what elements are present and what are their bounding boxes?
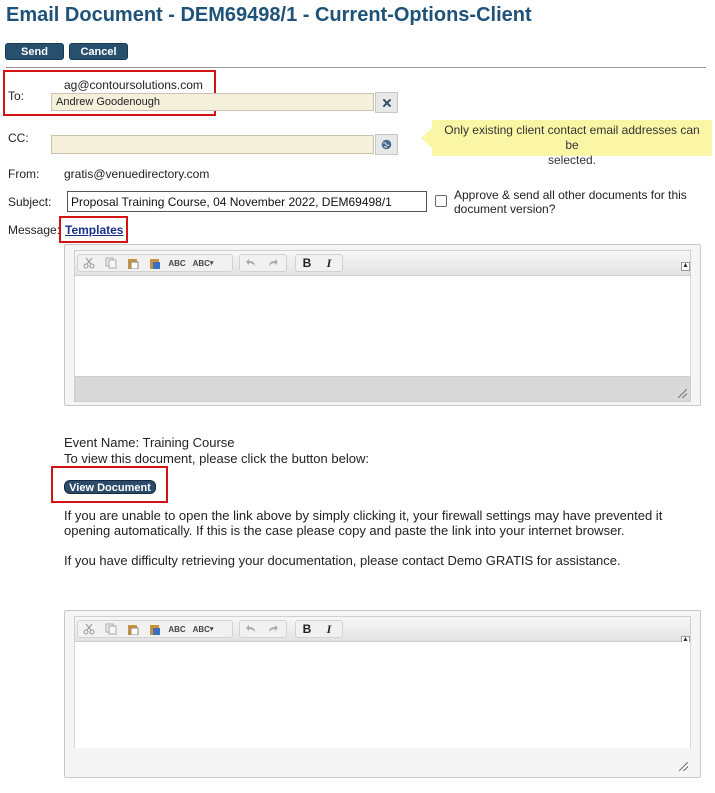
- remove-recipient-button[interactable]: [375, 92, 398, 113]
- redo-icon[interactable]: [262, 621, 284, 637]
- toolbar-clipboard-group-2: ABC ABC ▾: [77, 620, 233, 638]
- subject-label: Subject:: [8, 195, 52, 209]
- view-instruction-text: To view this document, please click the …: [64, 451, 369, 466]
- toolbar-format-group-2: B I: [295, 620, 343, 638]
- editor-toolbar: ABC ABC ▾ B I: [74, 250, 691, 276]
- subject-input[interactable]: [67, 191, 427, 212]
- italic-icon[interactable]: I: [318, 621, 340, 637]
- editor-content-area[interactable]: [74, 276, 691, 376]
- templates-link[interactable]: Templates: [65, 223, 123, 237]
- spellcheck-icon[interactable]: ABC: [166, 255, 188, 271]
- tooltip-arrow: [421, 128, 432, 148]
- spellcheck-dropdown-icon[interactable]: ABC ▾: [188, 255, 218, 271]
- paste-word-icon[interactable]: [144, 255, 166, 271]
- to-email: ag@contoursolutions.com: [64, 78, 203, 92]
- firewall-text-line1: If you are unable to open the link above…: [64, 508, 663, 523]
- chevron-down-icon: ▾: [209, 260, 214, 267]
- copy-icon[interactable]: [100, 621, 122, 637]
- chevron-down-icon: ▾: [209, 626, 214, 633]
- globe-icon: [381, 139, 392, 150]
- cc-tooltip-line1: Only existing client contact email addre…: [444, 123, 700, 152]
- message-label: Message:: [8, 223, 61, 237]
- approve-label: Approve & send all other documents for t…: [454, 188, 687, 216]
- paste-icon[interactable]: [122, 255, 144, 271]
- toolbar-clipboard-group: ABC ABC ▾: [77, 254, 233, 272]
- toolbar-history-group: [239, 254, 287, 272]
- undo-icon[interactable]: [240, 621, 262, 637]
- toolbar-collapse-icon[interactable]: ▲: [681, 262, 690, 271]
- cut-icon[interactable]: [78, 621, 100, 637]
- editor-status-bar: [74, 376, 691, 402]
- firewall-text-line2: opening automatically. If this is the ca…: [64, 523, 625, 538]
- send-button[interactable]: Send: [5, 43, 64, 60]
- bold-icon[interactable]: B: [296, 621, 318, 637]
- difficulty-text: If you have difficulty retrieving your d…: [64, 553, 621, 568]
- to-recipient-name: Andrew Goodenough: [56, 96, 160, 108]
- page-title: Email Document - DEM69498/1 - Current-Op…: [6, 4, 532, 26]
- paste-icon[interactable]: [122, 621, 144, 637]
- cc-lookup-button[interactable]: [375, 134, 398, 155]
- undo-icon[interactable]: [240, 255, 262, 271]
- to-label: To:: [8, 89, 25, 103]
- italic-icon[interactable]: I: [318, 255, 340, 271]
- toolbar-format-group: B I: [295, 254, 343, 272]
- spellcheck-icon[interactable]: ABC: [166, 621, 188, 637]
- message-editor-bottom[interactable]: ABC ABC ▾ B I ▲: [64, 610, 701, 778]
- close-icon: [382, 98, 391, 107]
- toolbar-history-group-2: [239, 620, 287, 638]
- from-value: gratis@venuedirectory.com: [64, 167, 210, 181]
- editor-content-area-2[interactable]: [74, 642, 691, 748]
- message-editor-top[interactable]: ABC ABC ▾ B I ▲: [64, 244, 701, 406]
- cc-field[interactable]: [51, 135, 374, 154]
- bold-icon[interactable]: B: [296, 255, 318, 271]
- approve-label-line1: Approve & send all other documents for t…: [454, 188, 687, 202]
- cc-tooltip-line2: selected.: [547, 153, 597, 167]
- copy-icon[interactable]: [100, 255, 122, 271]
- event-name-text: Event Name: Training Course: [64, 435, 235, 450]
- approve-checkbox[interactable]: [435, 195, 447, 207]
- editor-status-bar-2: [74, 748, 691, 774]
- spellcheck-dropdown-icon[interactable]: ABC ▾: [188, 621, 218, 637]
- redo-icon[interactable]: [262, 255, 284, 271]
- to-field[interactable]: Andrew Goodenough: [51, 93, 374, 111]
- spellcheck-dropdown-label: ABC: [192, 624, 210, 634]
- divider: [6, 67, 706, 68]
- approve-label-line2: document version?: [454, 202, 556, 216]
- resize-handle-icon[interactable]: [679, 762, 688, 771]
- resize-handle-icon[interactable]: [678, 389, 687, 398]
- editor-toolbar-2: ABC ABC ▾ B I: [74, 616, 691, 642]
- from-label: From:: [8, 167, 40, 181]
- cc-tooltip: Only existing client contact email addre…: [432, 120, 712, 167]
- paste-word-icon[interactable]: [144, 621, 166, 637]
- view-document-button[interactable]: View Document: [64, 480, 156, 494]
- spellcheck-dropdown-label: ABC: [192, 258, 210, 268]
- cancel-button[interactable]: Cancel: [69, 43, 128, 60]
- cut-icon[interactable]: [78, 255, 100, 271]
- cc-label: CC:: [8, 131, 29, 145]
